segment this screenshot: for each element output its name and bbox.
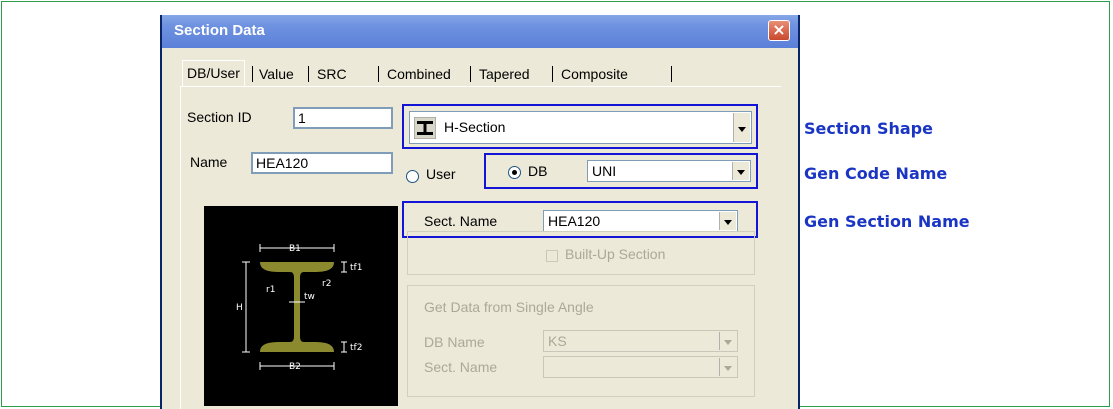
callout-section-shape: Section Shape bbox=[804, 119, 933, 138]
h-section-diagram: B1 B2 H tf1 tf2 tw r1 r2 bbox=[236, 244, 362, 372]
name-input[interactable]: HEA120 bbox=[251, 152, 393, 174]
user-radio[interactable] bbox=[406, 170, 419, 183]
built-up-checkbox[interactable] bbox=[546, 250, 558, 262]
section-id-input[interactable]: 1 bbox=[293, 107, 393, 129]
close-button[interactable]: × bbox=[768, 20, 790, 41]
r2-label: r2 bbox=[322, 279, 331, 289]
b2-label: B2 bbox=[289, 362, 301, 372]
tw-label: tw bbox=[304, 292, 315, 302]
tf1-label: tf1 bbox=[350, 263, 362, 273]
h-section-icon bbox=[414, 117, 436, 139]
tf2-label: tf2 bbox=[350, 343, 362, 353]
section-data-dialog: Section Data × DB/User Value SRC Combine… bbox=[160, 15, 800, 409]
chevron-down-icon[interactable] bbox=[719, 332, 736, 350]
db-name-label: DB Name bbox=[424, 334, 485, 350]
tab-tapered[interactable]: Tapered bbox=[475, 62, 534, 86]
r1-label: r1 bbox=[266, 285, 275, 295]
callout-gen-section-name: Gen Section Name bbox=[804, 212, 970, 231]
chevron-down-icon[interactable] bbox=[733, 113, 750, 142]
sect-name-combo[interactable]: HEA120 bbox=[543, 210, 738, 232]
chevron-down-icon[interactable] bbox=[719, 212, 736, 230]
db-radio[interactable] bbox=[508, 166, 521, 179]
db-code-value: UNI bbox=[592, 163, 617, 179]
tab-composite[interactable]: Composite bbox=[557, 62, 632, 86]
name-label: Name bbox=[190, 154, 228, 170]
section-preview: B1 B2 H tf1 tf2 tw r1 r2 bbox=[204, 206, 398, 406]
db-radio-label: DB bbox=[528, 163, 548, 179]
user-radio-label: User bbox=[426, 166, 456, 182]
tab-separator bbox=[252, 66, 253, 82]
h-label: H bbox=[236, 303, 243, 313]
window-title: Section Data bbox=[174, 22, 265, 39]
title-bar[interactable]: Section Data × bbox=[162, 15, 798, 48]
section-shape-combo[interactable]: H-Section bbox=[409, 111, 752, 144]
db-name-combo[interactable]: KS bbox=[543, 330, 738, 352]
tab-separator bbox=[552, 66, 553, 82]
callout-gen-code-name: Gen Code Name bbox=[804, 164, 948, 183]
angle-sect-name-label: Sect. Name bbox=[424, 359, 498, 375]
chevron-down-icon[interactable] bbox=[732, 162, 749, 180]
tab-separator bbox=[378, 66, 379, 82]
db-name-value: KS bbox=[548, 333, 567, 349]
chevron-down-icon[interactable] bbox=[719, 358, 736, 376]
section-id-label: Section ID bbox=[187, 109, 252, 125]
db-code-combo[interactable]: UNI bbox=[587, 160, 751, 182]
tab-src[interactable]: SRC bbox=[313, 62, 351, 86]
single-angle-title: Get Data from Single Angle bbox=[424, 299, 594, 315]
tab-separator bbox=[470, 66, 471, 82]
tab-db-user[interactable]: DB/User bbox=[182, 60, 245, 86]
angle-sect-name-combo[interactable] bbox=[543, 356, 738, 378]
built-up-label: Built-Up Section bbox=[565, 246, 666, 262]
tab-combined[interactable]: Combined bbox=[383, 62, 455, 86]
sect-name-label: Sect. Name bbox=[424, 213, 498, 229]
sect-name-value: HEA120 bbox=[548, 213, 601, 229]
tab-value[interactable]: Value bbox=[255, 62, 298, 86]
tab-separator bbox=[671, 66, 672, 82]
b1-label: B1 bbox=[289, 244, 301, 254]
tab-separator bbox=[308, 66, 309, 82]
section-shape-value: H-Section bbox=[444, 119, 506, 135]
